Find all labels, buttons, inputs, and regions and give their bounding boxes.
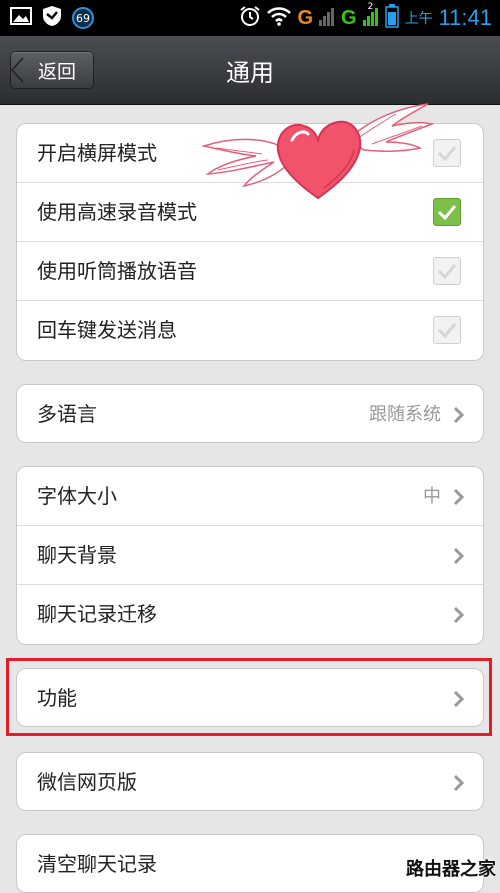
display-settings-group: 字体大小 中 聊天背景 聊天记录迁移: [16, 466, 484, 645]
battery-icon: [384, 4, 399, 32]
language-group: 多语言 跟随系统: [16, 384, 484, 443]
highlight-annotation-box: [6, 658, 492, 736]
chevron-right-icon: [453, 488, 465, 506]
toggle-label: 开启横屏模式: [37, 141, 157, 165]
carrier1-label: G: [297, 6, 314, 29]
chevron-right-icon: [453, 547, 465, 565]
status-bar: 69 G G 2 上午 11:41: [0, 0, 500, 36]
shield-icon: [42, 5, 62, 31]
back-button-label: 返回: [37, 60, 76, 83]
alarm-icon: [239, 5, 261, 31]
network-superscript: 2: [367, 2, 374, 12]
language-value: 跟随系统: [369, 404, 441, 425]
signal2-icon: 2: [362, 2, 379, 30]
toggle-label: 使用高速录音模式: [37, 200, 197, 224]
web-version-label: 微信网页版: [37, 770, 137, 794]
wifi-icon: [267, 6, 292, 30]
chevron-right-icon: [453, 774, 465, 792]
clock-time: 11:41: [438, 5, 492, 30]
ampm-label: 上午: [404, 11, 433, 27]
image-icon: [10, 7, 32, 29]
watermark: 路由器之家: [406, 859, 496, 879]
notification-count-badge: 69: [72, 7, 94, 29]
chevron-right-icon: [453, 406, 465, 424]
checkbox-checked[interactable]: [433, 198, 461, 226]
clear-history-label: 清空聊天记录: [37, 852, 157, 876]
language-row[interactable]: 多语言 跟随系统: [17, 385, 483, 442]
language-label: 多语言: [37, 402, 97, 426]
checkbox[interactable]: [433, 139, 461, 167]
winged-heart-sticker: [196, 100, 436, 214]
font-size-row[interactable]: 字体大小 中: [17, 467, 483, 526]
font-size-label: 字体大小: [37, 484, 117, 508]
toggle-earpiece-playback[interactable]: 使用听筒播放语音: [17, 242, 483, 301]
toggle-label: 使用听筒播放语音: [37, 259, 197, 283]
back-button[interactable]: 返回: [10, 51, 94, 89]
web-version-row[interactable]: 微信网页版: [17, 753, 483, 810]
checkbox[interactable]: [433, 257, 461, 285]
carrier2-label: G: [341, 6, 357, 29]
toggle-label: 回车键发送消息: [37, 318, 177, 342]
chat-background-row[interactable]: 聊天背景: [17, 526, 483, 585]
signal1-icon: [319, 6, 335, 30]
chat-migration-label: 聊天记录迁移: [37, 602, 157, 626]
web-version-group: 微信网页版: [16, 752, 484, 811]
back-arrow-icon: [10, 57, 34, 83]
chat-background-label: 聊天背景: [37, 543, 117, 567]
chat-migration-row[interactable]: 聊天记录迁移: [17, 585, 483, 644]
checkbox[interactable]: [433, 316, 461, 344]
toggle-enter-to-send[interactable]: 回车键发送消息: [17, 301, 483, 360]
font-size-value: 中: [423, 486, 441, 507]
chevron-right-icon: [453, 606, 465, 624]
title-bar: 通用 返回: [0, 36, 500, 105]
